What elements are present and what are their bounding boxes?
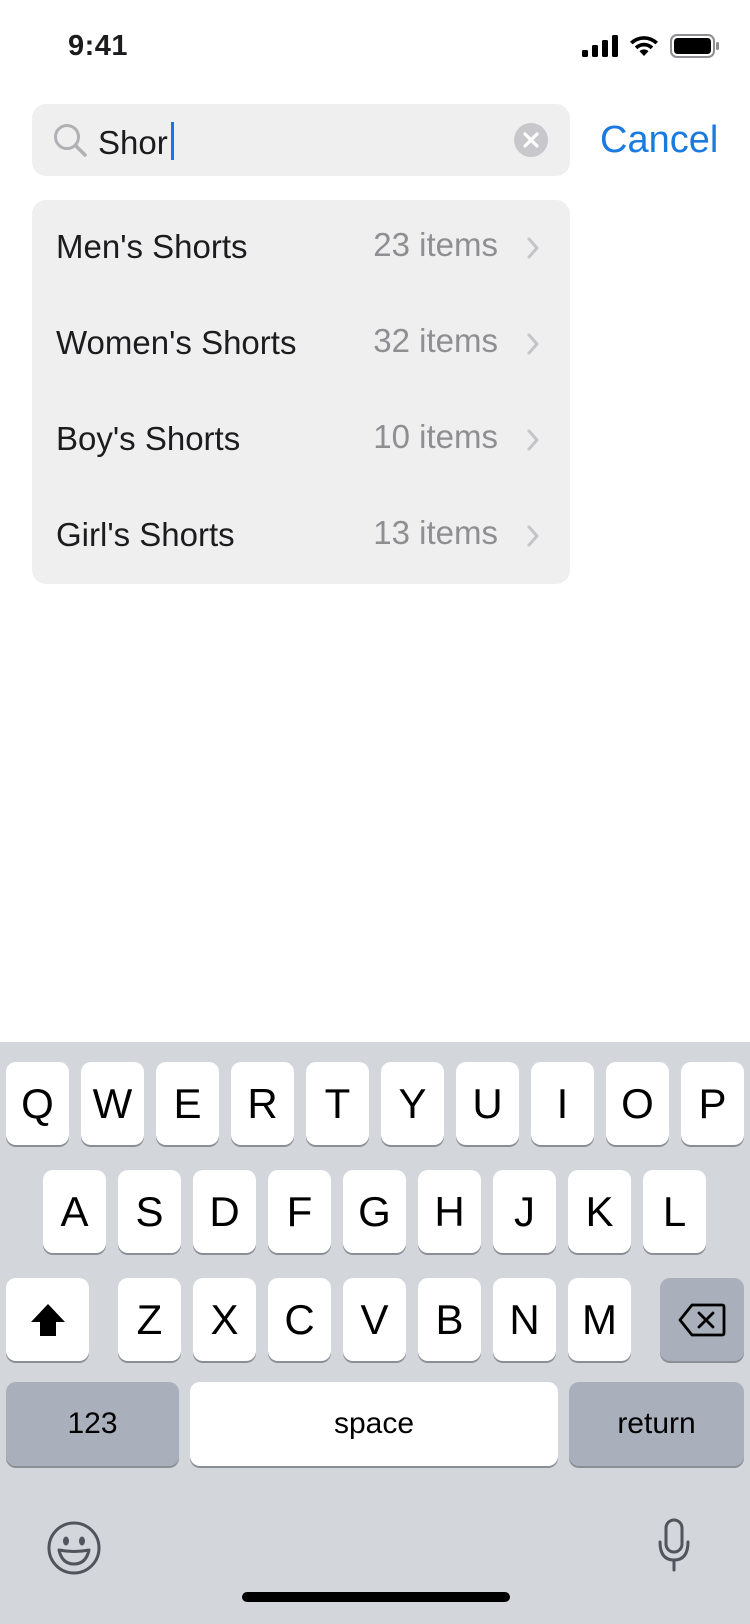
key-w[interactable]: W <box>81 1062 144 1145</box>
key-m[interactable]: M <box>568 1278 631 1361</box>
key-a[interactable]: A <box>43 1170 106 1253</box>
key-p[interactable]: P <box>681 1062 744 1145</box>
emoji-icon[interactable] <box>46 1520 102 1576</box>
result-count: 32 items <box>373 322 498 359</box>
wifi-icon <box>630 36 658 56</box>
key-b[interactable]: B <box>418 1278 481 1361</box>
cancel-button[interactable]: Cancel <box>600 117 718 163</box>
search-screen: 9:41 Shor Cancel Men's Shorts 23 items W… <box>0 0 750 1624</box>
result-label: Women's Shorts <box>56 324 297 361</box>
result-label: Girl's Shorts <box>56 516 235 553</box>
microphone-icon[interactable] <box>656 1518 692 1574</box>
key-k[interactable]: K <box>568 1170 631 1253</box>
key-j[interactable]: J <box>493 1170 556 1253</box>
search-query-text: Shor <box>98 124 168 161</box>
result-count: 10 items <box>373 418 498 455</box>
home-indicator <box>242 1592 510 1602</box>
result-label: Men's Shorts <box>56 228 248 265</box>
key-r[interactable]: R <box>231 1062 294 1145</box>
status-bar: 9:41 <box>0 0 750 96</box>
shift-key[interactable] <box>6 1278 89 1361</box>
delete-key[interactable] <box>660 1278 744 1361</box>
key-c[interactable]: C <box>268 1278 331 1361</box>
chevron-right-icon <box>527 525 539 547</box>
key-s[interactable]: S <box>118 1170 181 1253</box>
status-time: 9:41 <box>68 30 129 62</box>
space-key[interactable]: space <box>190 1382 558 1466</box>
result-row-girls-shorts[interactable]: Girl's Shorts 13 items <box>32 488 570 584</box>
result-row-womens-shorts[interactable]: Women's Shorts 32 items <box>32 296 570 392</box>
key-x[interactable]: X <box>193 1278 256 1361</box>
chevron-right-icon <box>527 237 539 259</box>
key-e[interactable]: E <box>156 1062 219 1145</box>
keyboard: Q W E R T Y U I O P A S D F G H J K L Z … <box>0 1042 750 1624</box>
status-icons <box>582 34 720 58</box>
search-icon <box>54 124 87 157</box>
delete-icon <box>678 1303 726 1336</box>
search-query: Shor <box>98 122 174 161</box>
result-row-mens-shorts[interactable]: Men's Shorts 23 items <box>32 200 570 296</box>
chevron-right-icon <box>527 429 539 451</box>
key-o[interactable]: O <box>606 1062 669 1145</box>
result-label: Boy's Shorts <box>56 420 241 457</box>
shift-icon <box>30 1303 65 1336</box>
result-count: 13 items <box>373 514 498 551</box>
key-n[interactable]: N <box>493 1278 556 1361</box>
clear-icon[interactable] <box>514 123 548 157</box>
key-l[interactable]: L <box>643 1170 706 1253</box>
search-input[interactable]: Shor <box>32 104 570 176</box>
key-t[interactable]: T <box>306 1062 369 1145</box>
return-key[interactable]: return <box>569 1382 744 1466</box>
key-y[interactable]: Y <box>381 1062 444 1145</box>
key-f[interactable]: F <box>268 1170 331 1253</box>
cellular-signal-icon <box>582 35 618 57</box>
key-i[interactable]: I <box>531 1062 594 1145</box>
key-z[interactable]: Z <box>118 1278 181 1361</box>
chevron-right-icon <box>527 333 539 355</box>
battery-icon <box>670 34 719 58</box>
key-q[interactable]: Q <box>6 1062 69 1145</box>
key-d[interactable]: D <box>193 1170 256 1253</box>
text-caret <box>170 122 174 160</box>
result-count: 23 items <box>373 226 498 263</box>
search-results-list: Men's Shorts 23 items Women's Shorts 32 … <box>32 200 570 584</box>
result-row-boys-shorts[interactable]: Boy's Shorts 10 items <box>32 392 570 488</box>
numbers-key[interactable]: 123 <box>6 1382 179 1466</box>
key-h[interactable]: H <box>418 1170 481 1253</box>
key-u[interactable]: U <box>456 1062 519 1145</box>
key-g[interactable]: G <box>343 1170 406 1253</box>
key-v[interactable]: V <box>343 1278 406 1361</box>
